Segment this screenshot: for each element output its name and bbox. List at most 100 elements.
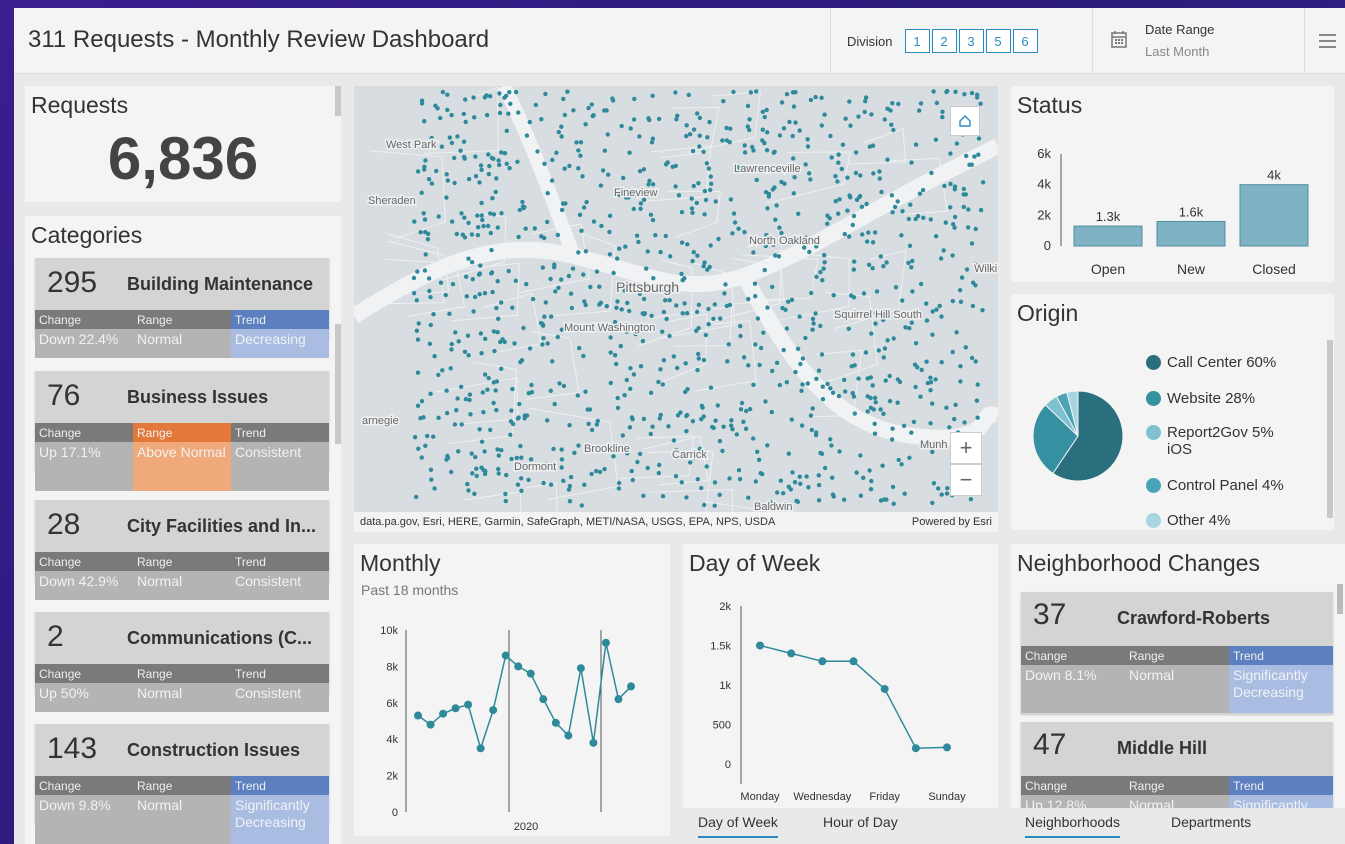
request-point [598,183,604,188]
map-view[interactable]: West Park Sheraden North Oakland Pittsburgh… [354,86,998,532]
request-point [490,289,495,295]
request-point [869,112,874,117]
division-button-6[interactable]: 6 [1012,29,1038,53]
request-point [422,119,427,124]
request-point [936,486,941,491]
request-point [674,303,679,308]
request-point [556,129,561,135]
map-canvas[interactable]: West Park Sheraden North Oakland Pittsburgh… [354,86,998,532]
request-point [684,413,689,419]
request-point [753,294,758,299]
request-point [494,407,499,413]
status-panel: Status 0 2k 4k 6k 1.3k Open 1.6k New 4k Closed [1011,86,1334,282]
division-button-3[interactable]: 3 [958,29,984,53]
request-point [438,280,444,285]
category-card[interactable]: 76 Business Issues Change Range Trend Up… [35,371,329,491]
request-point [548,482,554,487]
request-point [616,486,622,491]
request-point [951,222,956,227]
category-card[interactable]: 2 Communications (C... Change Range Tren… [35,612,329,712]
request-point [445,92,450,97]
powered-by[interactable]: Powered by Esri [912,516,992,528]
division-button-2[interactable]: 2 [931,29,957,53]
request-point [456,449,461,454]
tab-departments[interactable]: Departments [1171,814,1251,836]
category-card[interactable]: 28 City Facilities and In... Change Rang… [35,500,329,600]
map-label: Mount Washington [564,322,655,334]
home-button[interactable] [950,106,980,136]
menu-button[interactable] [1304,8,1345,74]
hamburger-icon [1319,34,1336,36]
request-point [872,421,877,426]
monthly-panel: Monthly Past 18 months 0 2k 4k 6k 8k 10k 2020 [354,544,670,836]
attribution-text: data.pa.gov, Esri, HERE, Garmin, SafeGra… [360,516,776,528]
request-point [463,397,469,402]
date-range-selector[interactable]: Date Range Last Month [1092,8,1304,74]
category-stats: Change Range Trend Up 17.1% Above Normal… [35,423,329,491]
request-point [637,451,643,457]
request-point [925,380,931,386]
request-point [649,313,654,318]
request-point [730,231,735,236]
day-of-week-point [943,743,951,752]
request-point [507,166,512,171]
scrollbar[interactable] [1327,340,1333,518]
request-point [632,96,637,102]
request-point [493,388,498,393]
request-point [549,178,555,183]
request-point [866,230,871,235]
category-card[interactable]: 295 Building Maintenance Change Range Tr… [35,258,329,358]
scrollbar[interactable] [335,324,341,444]
request-point [913,142,919,147]
division-button-5[interactable]: 5 [985,29,1011,53]
request-point [562,112,568,118]
request-point [850,222,855,228]
request-point [964,267,970,272]
request-point [425,237,431,242]
request-point [808,177,813,182]
neighborhood-card[interactable]: 37 Crawford-Roberts Change Range Trend D… [1021,592,1333,714]
tab-neighborhoods[interactable]: Neighborhoods [1025,814,1120,838]
monthly-point [476,744,485,753]
request-point [816,482,822,488]
neighborhood-stats: Change Range Trend Up 12.8% Normal Signi… [1021,776,1333,808]
request-point [487,163,492,169]
x-tick-label: Monday [740,791,780,803]
request-point [582,299,587,304]
tab-day-of-week[interactable]: Day of Week [698,814,778,838]
division-button-1[interactable]: 1 [904,29,930,53]
request-point [887,373,892,379]
trend-header: Trend [231,776,329,795]
request-point [810,316,816,322]
request-point [485,223,491,229]
request-point [507,90,512,95]
scrollbar[interactable] [1337,584,1343,614]
category-card[interactable]: 143 Construction Issues Change Range Tre… [35,724,329,844]
request-point [852,411,857,416]
request-point [472,115,477,120]
request-point [928,217,933,222]
request-point [776,254,782,259]
request-point [495,447,500,452]
request-point [690,148,696,154]
request-point [728,197,734,202]
request-point [541,480,546,486]
request-point [930,500,935,506]
neighborhood-count: 37 [1033,598,1067,631]
zoom-out-button[interactable]: − [950,464,982,496]
request-point [491,212,497,217]
request-point [708,187,713,193]
zoom-in-button[interactable]: + [950,432,982,464]
request-point [954,141,960,146]
request-point [478,331,484,336]
monthly-point [489,706,498,715]
request-point [799,423,805,428]
request-point [497,110,503,116]
tab-hour-of-day[interactable]: Hour of Day [823,814,898,836]
request-point [600,168,606,173]
request-point [648,431,653,437]
request-point [529,382,534,388]
scrollbar[interactable] [335,86,341,116]
request-point [523,226,528,231]
neighborhood-card[interactable]: 47 Middle Hill Change Range Trend Up 12.… [1021,722,1333,808]
